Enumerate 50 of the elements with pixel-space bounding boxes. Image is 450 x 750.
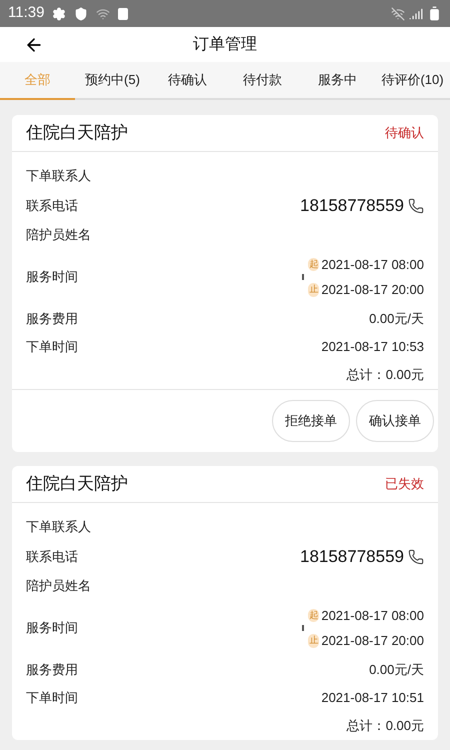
order-total: 总计：0.00元 xyxy=(346,366,424,384)
field-label: 下单时间 xyxy=(26,689,78,708)
battery-icon xyxy=(427,6,442,21)
phone-number: 18158778559 xyxy=(300,194,404,217)
order-total: 总计：0.00元 xyxy=(346,717,424,736)
field-label: 服务时间 xyxy=(26,268,78,286)
field-label: 下单联系人 xyxy=(26,518,91,536)
end-time: 2021-08-17 20:00 xyxy=(321,281,424,299)
wifi-icon xyxy=(96,6,110,20)
phone-number: 18158778559 xyxy=(300,546,404,568)
phone-icon[interactable] xyxy=(408,548,424,564)
field-value: 2021-08-17 10:53 xyxy=(321,338,424,356)
field-label: 服务时间 xyxy=(26,619,78,638)
tab[interactable]: 预约中(5) xyxy=(75,62,150,100)
tab[interactable]: 待评价(10) xyxy=(375,62,450,100)
end-mark: 止 xyxy=(308,634,320,648)
field-label: 陪护员姓名 xyxy=(26,226,91,244)
phone-icon[interactable] xyxy=(408,198,424,214)
field-label: 联系电话 xyxy=(26,548,78,566)
start-time: 2021-08-17 08:00 xyxy=(321,606,424,624)
page-title: 订单管理 xyxy=(193,34,257,54)
tab[interactable]: 服务中 xyxy=(300,62,375,100)
field-label: 联系电话 xyxy=(26,196,78,215)
start-mark: 起 xyxy=(308,608,320,622)
order-status: 已失效 xyxy=(385,475,424,494)
action-button[interactable]: 确认接单 xyxy=(356,400,434,442)
clock: 11:39 xyxy=(8,3,44,24)
tab[interactable]: 待确认 xyxy=(150,62,225,100)
wifi-off-icon xyxy=(391,6,405,20)
field-label: 陪护员姓名 xyxy=(26,577,91,596)
field-value: 2021-08-17 10:51 xyxy=(321,689,424,708)
order-title: 住院白天陪护 xyxy=(26,122,128,144)
field-label: 服务费用 xyxy=(26,661,78,680)
tab[interactable]: 待付款 xyxy=(225,62,300,100)
end-time: 2021-08-17 20:00 xyxy=(321,632,424,650)
end-mark: 止 xyxy=(308,283,320,296)
signal-icon xyxy=(409,6,423,20)
start-mark: 起 xyxy=(308,258,320,271)
field-label: 下单时间 xyxy=(26,338,78,356)
order-title: 住院白天陪护 xyxy=(26,473,128,496)
field-value: 0.00元/天 xyxy=(369,661,424,680)
start-time: 2021-08-17 08:00 xyxy=(321,256,424,274)
order-status: 待确认 xyxy=(385,124,424,142)
field-label: 下单联系人 xyxy=(26,167,91,186)
shield-icon xyxy=(74,6,88,20)
action-button[interactable]: 拒绝接单 xyxy=(272,400,350,442)
field-value: 0.00元/天 xyxy=(369,310,424,328)
settings-icon xyxy=(52,6,66,20)
field-label: 服务费用 xyxy=(26,310,78,328)
sd-card-icon xyxy=(118,8,128,20)
